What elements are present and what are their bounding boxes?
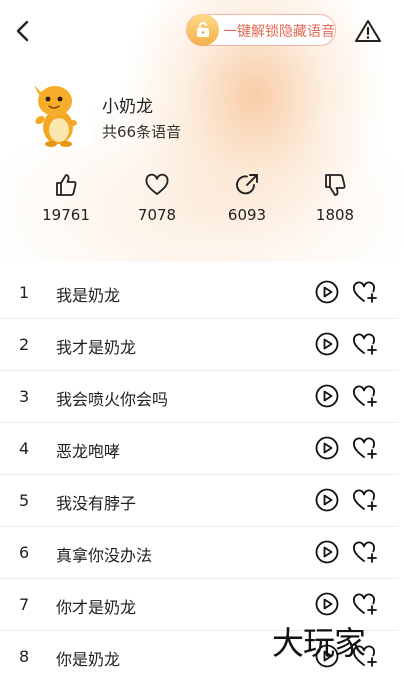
item-number: 1 — [19, 283, 30, 302]
item-number: 5 — [19, 491, 30, 510]
list-item[interactable]: 1 我是奶龙 — [0, 267, 398, 319]
add-favorite-button[interactable] — [352, 488, 378, 512]
item-title: 真拿你没办法 — [56, 546, 153, 565]
favorite-count: 7078 — [137, 206, 177, 224]
heart-plus-icon — [353, 385, 377, 407]
play-icon — [315, 332, 339, 356]
add-favorite-button[interactable] — [352, 592, 378, 616]
play-button[interactable] — [315, 384, 339, 408]
share-button[interactable]: 6093 — [212, 172, 282, 224]
dislike-count: 1808 — [315, 206, 355, 224]
play-button[interactable] — [315, 332, 339, 356]
play-button[interactable] — [315, 540, 339, 564]
play-button[interactable] — [315, 592, 339, 616]
play-icon — [315, 280, 339, 304]
item-title: 我会喷火你会吗 — [56, 390, 169, 409]
list-item[interactable]: 4 恶龙咆哮 — [0, 423, 398, 475]
item-title: 我是奶龙 — [56, 286, 121, 305]
item-number: 3 — [19, 387, 30, 406]
heart-plus-icon — [353, 489, 377, 511]
warning-icon — [355, 20, 381, 42]
report-button[interactable] — [354, 18, 382, 44]
item-number: 4 — [19, 439, 30, 458]
play-icon — [315, 436, 339, 460]
item-number: 7 — [19, 595, 30, 614]
play-icon — [315, 592, 339, 616]
share-count: 6093 — [227, 206, 267, 224]
pack-avatar — [22, 75, 90, 149]
add-favorite-button[interactable] — [352, 436, 378, 460]
list-item[interactable]: 6 真拿你没办法 — [0, 527, 398, 579]
item-title: 恶龙咆哮 — [56, 442, 121, 461]
item-number: 2 — [19, 335, 30, 354]
play-icon — [315, 540, 339, 564]
back-button[interactable] — [12, 18, 36, 44]
unlock-label: 一键解锁隐藏语音 — [223, 24, 335, 40]
heart-plus-icon — [353, 281, 377, 303]
heart-plus-icon — [353, 593, 377, 615]
play-icon — [315, 488, 339, 512]
watermark: 大玩家 — [272, 624, 366, 662]
heart-plus-icon — [353, 333, 377, 355]
play-icon — [315, 384, 339, 408]
top-bar: 一键解锁隐藏语音 — [0, 0, 404, 62]
pack-voice-count: 共66条语音 — [102, 123, 182, 141]
add-favorite-button[interactable] — [352, 332, 378, 356]
heart-plus-icon — [353, 437, 377, 459]
lock-icon — [187, 14, 219, 46]
pack-name: 小奶龙 — [102, 97, 153, 117]
dragon-mascot-icon — [34, 85, 77, 147]
item-title: 你才是奶龙 — [56, 598, 137, 617]
item-number: 8 — [19, 647, 30, 666]
like-button[interactable]: 19761 — [31, 172, 101, 224]
play-button[interactable] — [315, 436, 339, 460]
like-count: 19761 — [42, 206, 90, 224]
play-button[interactable] — [315, 280, 339, 304]
add-favorite-button[interactable] — [352, 540, 378, 564]
list-item[interactable]: 3 我会喷火你会吗 — [0, 371, 398, 423]
add-favorite-button[interactable] — [352, 384, 378, 408]
heart-icon — [145, 173, 169, 195]
item-number: 6 — [19, 543, 30, 562]
share-icon — [236, 174, 258, 195]
favorite-button[interactable]: 7078 — [122, 172, 192, 224]
back-arrow-icon — [16, 20, 29, 42]
dislike-button[interactable]: 1808 — [300, 172, 370, 224]
thumbs-up-icon — [56, 174, 77, 196]
item-title: 我才是奶龙 — [56, 338, 137, 357]
item-title: 你是奶龙 — [56, 650, 121, 669]
play-button[interactable] — [315, 488, 339, 512]
unlock-hidden-voices-button[interactable]: 一键解锁隐藏语音 — [186, 14, 336, 46]
heart-plus-icon — [353, 541, 377, 563]
thumbs-down-icon — [325, 174, 346, 196]
list-item[interactable]: 5 我没有脖子 — [0, 475, 398, 527]
add-favorite-button[interactable] — [352, 280, 378, 304]
list-item[interactable]: 2 我才是奶龙 — [0, 319, 398, 371]
item-title: 我没有脖子 — [56, 494, 137, 513]
